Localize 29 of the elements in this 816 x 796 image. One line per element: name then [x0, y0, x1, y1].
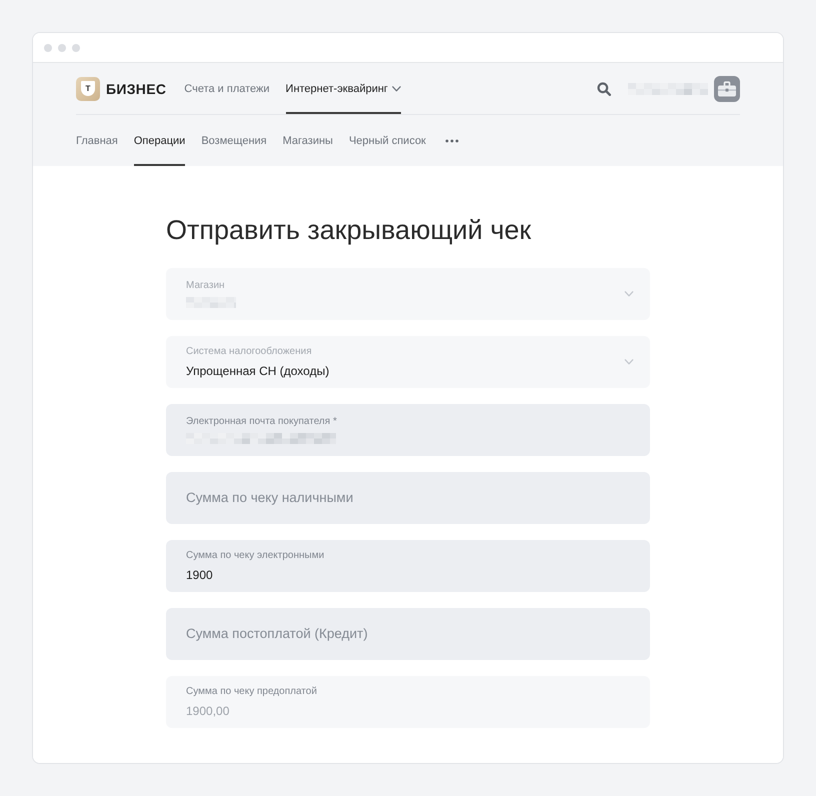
briefcase-avatar-icon[interactable]: [714, 76, 740, 102]
text-field[interactable]: Сумма по чеку электронными 1900: [166, 540, 650, 592]
text-field[interactable]: Сумма постоплатой (Кредит): [166, 608, 650, 660]
field-value: Упрощенная СН (доходы): [186, 362, 330, 378]
logo-badge[interactable]: Т: [76, 76, 100, 100]
field-value: 1900,00: [186, 702, 230, 718]
field-label: Сумма по чеку предоплатой: [186, 686, 317, 698]
chevron-down-icon: [624, 359, 634, 365]
section-tab[interactable]: Главная: [76, 115, 118, 166]
field-label: Электронная почта покупателя *: [186, 416, 337, 428]
section-tab[interactable]: Возмещения: [201, 115, 267, 166]
search-icon[interactable]: [597, 82, 611, 96]
logo-shield: Т: [81, 81, 95, 96]
nav-tab[interactable]: Счета и платежи: [184, 63, 270, 114]
more-icon[interactable]: [444, 138, 459, 142]
field-label: Система налогообложения: [186, 346, 312, 358]
section-tab[interactable]: Черный список: [348, 115, 426, 166]
field-label: Сумма по чеку электронными: [186, 550, 324, 562]
page-title: Отправить закрывающий чек: [166, 214, 532, 247]
section-tab[interactable]: Магазины: [282, 115, 333, 166]
chevron-down-icon: [624, 291, 634, 297]
field-placeholder: Сумма постоплатой (Кредит): [186, 625, 368, 643]
logo-text[interactable]: БИЗНЕС: [106, 80, 166, 96]
field-value: 1900: [186, 566, 213, 582]
text-field[interactable]: Электронная почта покупателя *: [166, 404, 650, 456]
field-label: Магазин: [186, 280, 225, 292]
nav-tab[interactable]: Интернет-эквайринг: [286, 63, 401, 114]
field-placeholder: Сумма по чеку наличными: [186, 489, 354, 507]
text-field[interactable]: Сумма по чеку наличными: [166, 472, 650, 524]
